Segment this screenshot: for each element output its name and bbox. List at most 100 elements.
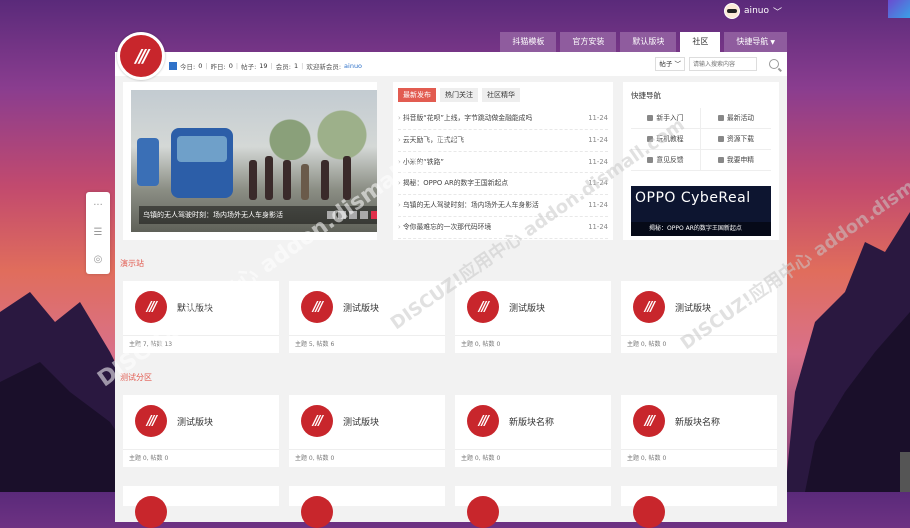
book-icon [647, 136, 654, 142]
mountain-right-decoration [785, 212, 910, 492]
forum-card[interactable] [455, 486, 611, 528]
slider-dot-active[interactable] [371, 211, 377, 219]
nav-item-community[interactable]: 社区 [680, 32, 721, 52]
corner-badge-icon[interactable] [888, 0, 910, 18]
forum-card[interactable]: /// 新版块名称 主题 0, 帖数 0 [455, 395, 611, 467]
site-logo[interactable]: /// [117, 32, 165, 80]
forum-card[interactable]: /// 测试版块 主题 0, 帖数 0 [455, 281, 611, 353]
forum-name[interactable]: 默认版块 [177, 301, 213, 314]
news-panel: 最新发布 热门关注 社区精华 抖音版“花呗”上线，字节跳动做金融能成吗11-24… [393, 82, 613, 240]
search-icon[interactable] [769, 59, 779, 69]
list-item[interactable]: 小米的“铁路”11-24 [398, 152, 608, 174]
chevron-down-icon[interactable]: ﹀ [773, 5, 782, 18]
ad-banner[interactable]: OPPO CybeReal 揭秘：OPPO AR的数字王国新起点 [631, 186, 771, 236]
forum-icon[interactable]: /// [633, 291, 665, 323]
nav-item-quick-nav[interactable]: 快捷导航 ▼ [724, 32, 787, 52]
list-item[interactable]: 抖音版“花呗”上线，字节跳动做金融能成吗11-24 [398, 108, 608, 130]
forum-icon[interactable] [467, 496, 499, 528]
slider-dot[interactable] [360, 211, 368, 219]
more-icon[interactable]: ··· [86, 192, 110, 219]
slider-dots [327, 211, 377, 219]
quick-link-tutorial[interactable]: 玩机教程 [631, 129, 701, 150]
user-icon [647, 115, 654, 121]
forum-icon[interactable]: /// [135, 291, 167, 323]
quick-link-events[interactable]: 最新活动 [701, 108, 771, 129]
scrollbar[interactable] [900, 452, 910, 492]
slider-caption[interactable]: 乌镇的无人驾驶时刻：场内场外无人车身影活 [139, 206, 377, 224]
tab-featured[interactable]: 社区精华 [482, 88, 520, 102]
nav-item-default-forum[interactable]: 默认版块 [620, 32, 677, 52]
forum-icon[interactable]: /// [467, 291, 499, 323]
ad-headline: OPPO CybeReal [635, 190, 751, 206]
forum-card[interactable]: /// 默认版块 主题 7, 帖数 13 [123, 281, 279, 353]
forum-name[interactable]: 测试版块 [675, 301, 711, 314]
quick-nav-grid: 新手入门 最新活动 玩机教程 资源下载 意见反馈 我要申精 [631, 108, 771, 171]
forum-name[interactable]: 测试版块 [177, 415, 213, 428]
forum-name[interactable]: 测试版块 [343, 301, 379, 314]
news-tabs: 最新发布 热门关注 社区精华 [398, 88, 520, 102]
nav-item-install[interactable]: 官方安装 [560, 32, 617, 52]
list-item[interactable]: 令你最难忘的一次那代码环境11-24 [398, 217, 608, 239]
forum-icon[interactable] [301, 496, 333, 528]
quick-link-newbie[interactable]: 新手入门 [631, 108, 701, 129]
forum-icon[interactable]: /// [301, 291, 333, 323]
image-slider[interactable]: 乌镇的无人驾驶时刻：场内场外无人车身影活 [123, 82, 377, 240]
quick-nav-title: 快捷导航 [631, 91, 661, 100]
username[interactable]: ainuo [744, 6, 769, 16]
stats-bar: 今日: 0 | 昨日: 0 | 帖子: 19 | 会员: 1 | 欢迎新会员: ainuo… [115, 52, 787, 76]
new-member-link[interactable]: ainuo [344, 62, 362, 70]
forum-card[interactable] [123, 486, 279, 528]
tab-latest[interactable]: 最新发布 [398, 88, 436, 102]
forum-stats: 主题 7, 帖数 13 [129, 341, 173, 348]
forum-icon[interactable]: /// [633, 405, 665, 437]
forum-name[interactable]: 测试版块 [343, 415, 379, 428]
quick-nav-panel: 快捷导航 新手入门 最新活动 玩机教程 资源下载 意见反馈 我要申精 OPPO … [623, 82, 779, 240]
search-input[interactable] [689, 57, 757, 71]
forum-icon[interactable]: /// [301, 405, 333, 437]
forum-name[interactable]: 新版块名称 [675, 415, 720, 428]
forum-stats: 主题 0, 帖数 0 [461, 341, 501, 348]
mountain-left-decoration [0, 292, 130, 492]
avatar[interactable] [724, 3, 741, 19]
forum-card[interactable] [289, 486, 445, 528]
quick-link-apply[interactable]: 我要申精 [701, 150, 771, 171]
forum-name[interactable]: 新版块名称 [509, 415, 554, 428]
slider-dot[interactable] [327, 211, 335, 219]
forum-card[interactable]: /// 新版块名称 主题 0, 帖数 0 [621, 395, 777, 467]
user-menu[interactable]: ainuo ﹀ [724, 3, 782, 19]
section-title[interactable]: 测试分区 [120, 372, 152, 383]
chart-icon [169, 62, 177, 70]
list-icon[interactable]: ☰ [86, 219, 110, 246]
flag-icon [717, 115, 724, 121]
forum-card[interactable]: /// 测试版块 主题 0, 帖数 0 [289, 395, 445, 467]
forum-card[interactable]: /// 测试版块 主题 0, 帖数 0 [123, 395, 279, 467]
list-item[interactable]: 乌镇的无人驾驶时刻：场内场外无人车身影活11-24 [398, 195, 608, 217]
forum-icon[interactable] [135, 496, 167, 528]
quick-link-feedback[interactable]: 意见反馈 [631, 150, 701, 171]
tab-hot[interactable]: 热门关注 [440, 88, 478, 102]
list-item[interactable]: 揭秘：OPPO AR的数字王国新起点11-24 [398, 173, 608, 196]
list-item[interactable]: 云天励飞，正式起飞11-24 [398, 130, 608, 152]
section-title[interactable]: 演示站 [120, 258, 144, 269]
slider-dot[interactable] [338, 211, 346, 219]
slider-dot[interactable] [349, 211, 357, 219]
nav-item-template[interactable]: 抖猫模板 [500, 32, 557, 52]
quick-link-download[interactable]: 资源下载 [701, 129, 771, 150]
forum-card[interactable]: /// 测试版块 主题 5, 帖数 6 [289, 281, 445, 353]
info-icon [647, 157, 654, 163]
main-container: /// 抖猫模板 官方安装 默认版块 社区 快捷导航 ▼ 今日: 0 | 昨日: 0 … [115, 32, 787, 528]
forum-card[interactable]: /// 测试版块 主题 0, 帖数 0 [621, 281, 777, 353]
forum-icon[interactable] [633, 496, 665, 528]
forum-icon[interactable]: /// [467, 405, 499, 437]
forum-icon[interactable]: /// [135, 405, 167, 437]
slider-image[interactable]: 乌镇的无人驾驶时刻：场内场外无人车身影活 [131, 90, 377, 232]
search-type-select[interactable]: 帖子 ﹀ [655, 57, 685, 71]
forum-stats: 主题 0, 帖数 0 [295, 455, 335, 462]
help-icon[interactable]: ◎ [86, 246, 110, 273]
forum-name[interactable]: 测试版块 [509, 301, 545, 314]
site-stats: 今日: 0 | 昨日: 0 | 帖子: 19 | 会员: 1 | 欢迎新会员: ainuo [169, 61, 362, 71]
edit-icon [717, 157, 724, 163]
top-bar: ainuo ﹀ [0, 0, 910, 22]
forum-card[interactable] [621, 486, 777, 528]
content-panel: 今日: 0 | 昨日: 0 | 帖子: 19 | 会员: 1 | 欢迎新会员: ainuo… [115, 52, 787, 528]
